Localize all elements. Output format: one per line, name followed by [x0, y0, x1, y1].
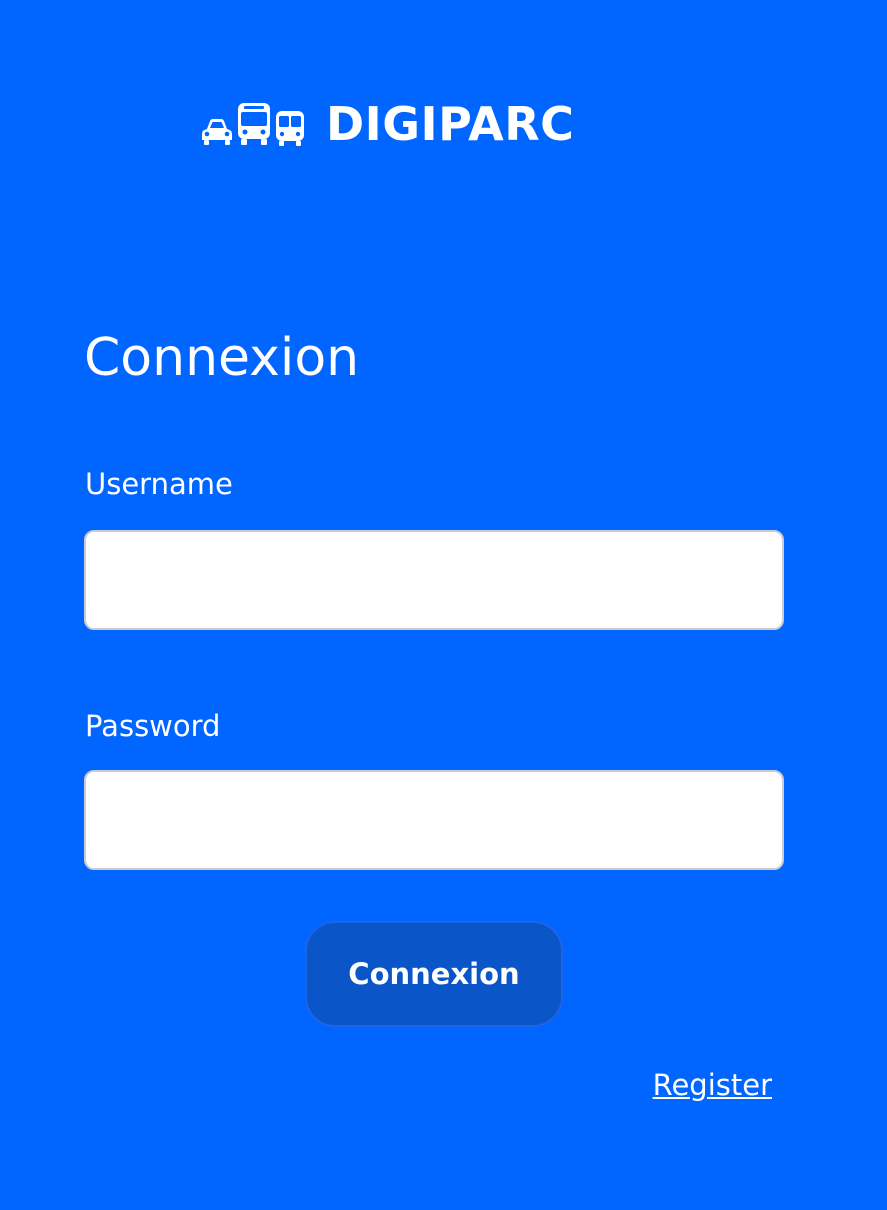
connexion-button[interactable]: Connexion	[305, 921, 563, 1027]
brand-name: DIGIPARC	[326, 97, 575, 151]
register-link[interactable]: Register	[653, 1066, 772, 1104]
car-icon	[200, 117, 234, 147]
username-input[interactable]	[84, 530, 784, 630]
password-input[interactable]	[84, 770, 784, 870]
brand-logo: DIGIPARC	[200, 98, 574, 150]
tram-icon	[274, 109, 306, 147]
bus-icon	[236, 101, 272, 147]
password-label: Password	[85, 709, 221, 743]
page-title: Connexion	[84, 328, 360, 388]
username-label: Username	[85, 467, 233, 501]
logo-vehicles	[200, 101, 306, 147]
